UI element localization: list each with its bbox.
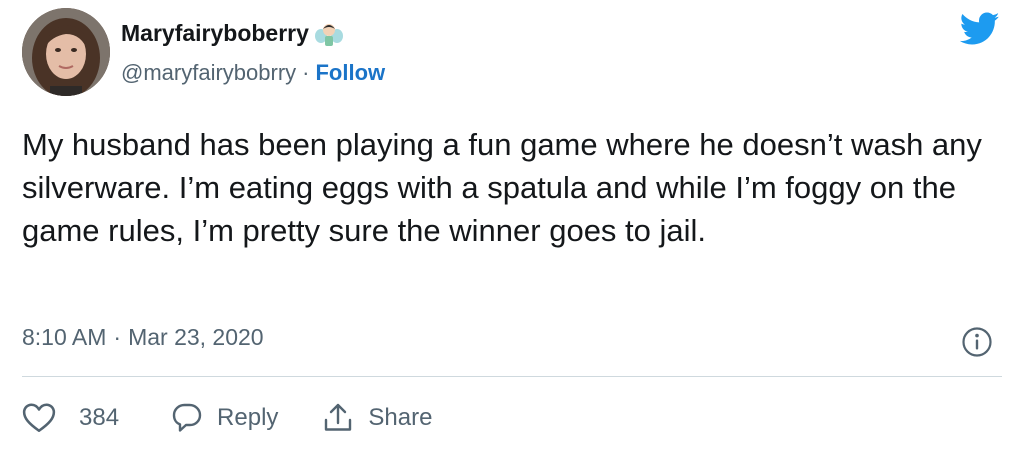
- timestamp[interactable]: 8:10 AM · Mar 23, 2020: [22, 324, 264, 351]
- follow-button[interactable]: Follow: [315, 60, 385, 85]
- share-label: Share: [368, 404, 433, 431]
- display-name-row[interactable]: Maryfairyboberry: [121, 20, 343, 47]
- separator-dot: ·: [302, 60, 310, 85]
- share-upload-icon: [325, 403, 352, 431]
- user-handle[interactable]: @maryfairybobrry: [121, 60, 296, 85]
- reply-label: Reply: [217, 404, 279, 431]
- tweet-date: Mar 23, 2020: [128, 324, 264, 350]
- separator-dot: ·: [113, 324, 122, 350]
- tweet-text: My husband has been playing a fun game w…: [22, 127, 982, 248]
- info-icon[interactable]: [961, 326, 993, 358]
- display-name[interactable]: Maryfairyboberry: [121, 20, 309, 47]
- fairy-emoji-icon: [314, 21, 343, 47]
- like-button[interactable]: 384: [22, 402, 119, 434]
- handle-row: @maryfairybobrry · Follow: [121, 60, 385, 86]
- like-count: 384: [79, 404, 120, 431]
- twitter-bird-icon[interactable]: [959, 12, 1000, 46]
- reply-button[interactable]: Reply: [171, 402, 278, 434]
- speech-bubble-icon: [172, 403, 202, 432]
- divider: [22, 376, 1002, 377]
- share-button[interactable]: Share: [322, 402, 432, 434]
- heart-icon: [22, 403, 56, 433]
- tweet-time: 8:10 AM: [22, 324, 107, 350]
- avatar[interactable]: [22, 8, 110, 96]
- action-bar: 384 Reply Share: [22, 396, 432, 440]
